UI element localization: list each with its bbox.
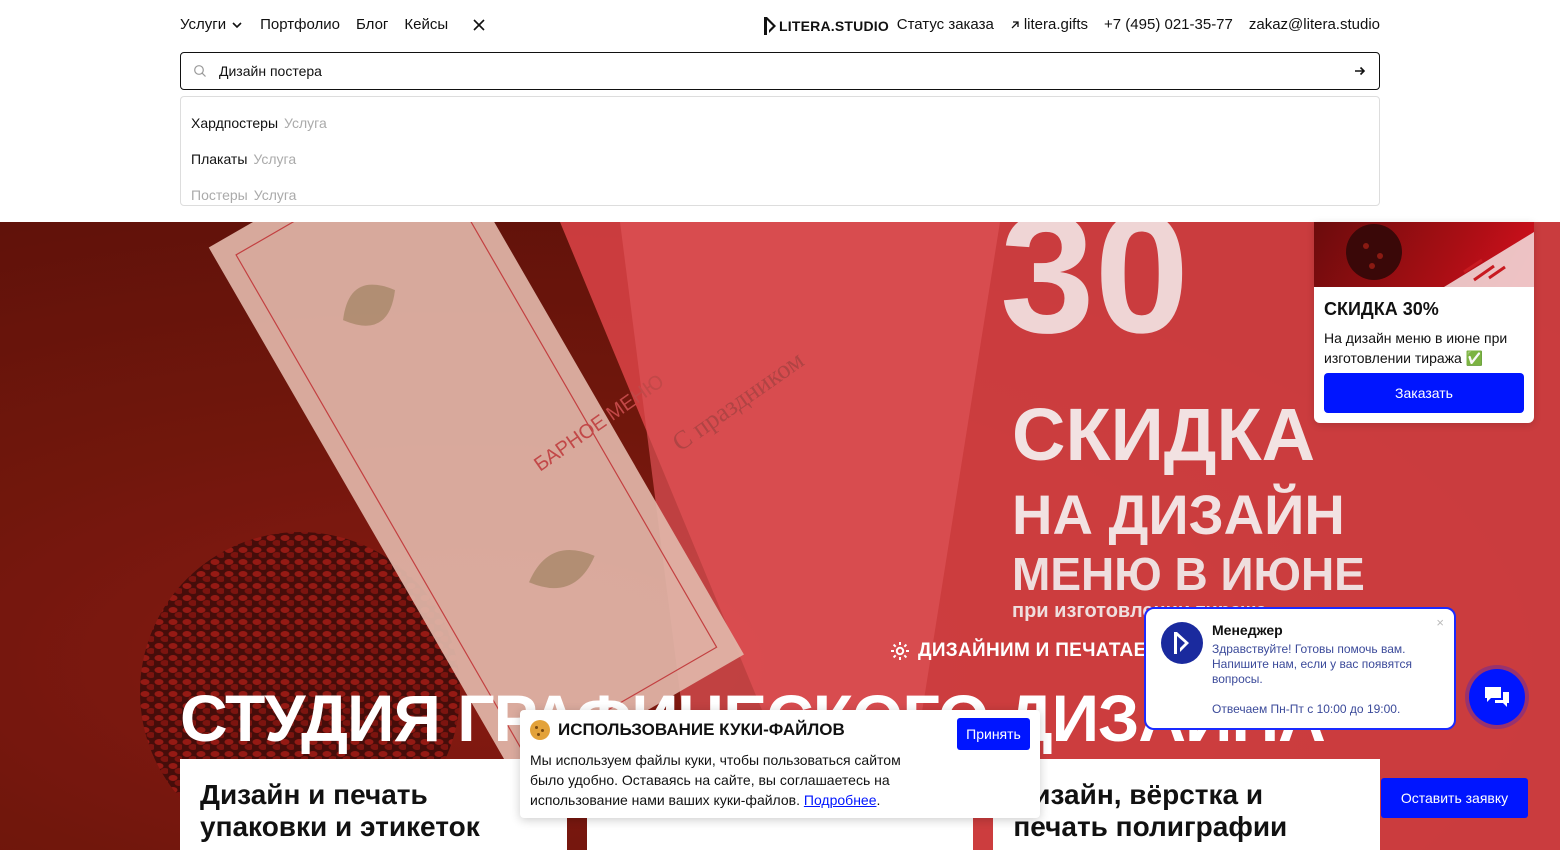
chat-message: Здравствуйте! Готовы помочь вам. Напишит…	[1212, 642, 1413, 686]
email-link[interactable]: zakaz@litera.studio	[1249, 16, 1380, 33]
service-card-packaging[interactable]: Дизайн и печать упаковки и этикеток	[180, 759, 567, 850]
hero-tagline: ДИЗАЙНИМ И ПЕЧАТАЕМ Н	[890, 640, 1182, 662]
order-status-link[interactable]: Статус заказа	[897, 16, 994, 33]
chat-open-button[interactable]	[1469, 669, 1525, 725]
contact-nav: Статус заказа litera.gifts +7 (495) 021-…	[897, 16, 1380, 33]
cookie-banner: ИСПОЛЬЗОВАНИЕ КУКИ-ФАЙЛОВ Мы используем …	[520, 710, 1040, 818]
logo-text: LITERA.STUDIO	[779, 18, 889, 34]
cookie-title-text: ИСПОЛЬЗОВАНИЕ КУКИ-ФАЙЛОВ	[558, 720, 845, 739]
search-icon	[194, 65, 206, 77]
logo[interactable]: LITERA.STUDIO	[762, 16, 889, 36]
arrow-right-icon[interactable]	[1353, 64, 1367, 78]
cookie-icon	[530, 720, 550, 740]
service-card-print[interactable]: Дизайн, вёрстка и печать полиграфии	[993, 759, 1381, 850]
promo-order-button[interactable]: Заказать	[1324, 373, 1524, 413]
nav-services-label: Услуги	[180, 16, 227, 33]
suggestion-item[interactable]: Плакаты Услуга	[181, 141, 1379, 177]
request-button[interactable]: Оставить заявку	[1381, 778, 1528, 818]
nav-portfolio[interactable]: Портфолио	[260, 16, 340, 33]
cookie-text: Мы используем файлы куки, чтобы пользова…	[530, 752, 901, 808]
hero-photo-line2: НА ДИЗАЙН	[1012, 483, 1345, 546]
manager-avatar	[1161, 622, 1203, 664]
cookie-more-link[interactable]: Подробнее	[804, 792, 877, 808]
phone-link[interactable]: +7 (495) 021-35-77	[1104, 16, 1233, 33]
chat-close-button[interactable]: ×	[1436, 615, 1444, 630]
suggestion-item[interactable]: Постеры Услуга	[181, 177, 1379, 213]
search-suggestions: Хардпостеры Услуга Плакаты Услуга Постер…	[180, 96, 1380, 206]
nav-blog[interactable]: Блог	[356, 16, 388, 33]
search-input[interactable]: Дизайн постера	[180, 52, 1380, 90]
promo-image	[1314, 222, 1534, 287]
suggestion-item[interactable]: Хардпостеры Услуга	[181, 105, 1379, 141]
hero-photo-discount: СКИДКА	[1012, 393, 1315, 476]
gifts-link[interactable]: litera.gifts	[1010, 16, 1088, 33]
chat-hours: Отвечаем Пн-Пт с 10:00 до 19:00.	[1212, 702, 1401, 716]
gifts-link-label: litera.gifts	[1023, 16, 1089, 33]
logo-mark-icon	[764, 17, 776, 35]
main-nav: Услуги Портфолио Блог Кейсы	[180, 16, 486, 33]
promo-popup: СКИДКА 30% На дизайн меню в июне при изг…	[1314, 222, 1534, 423]
hero-photo-line3: МЕНЮ В ИЮНЕ	[1012, 548, 1365, 600]
nav-cases[interactable]: Кейсы	[404, 16, 448, 33]
hero-photo-number: 30	[1000, 222, 1189, 369]
promo-image-art	[1346, 224, 1534, 287]
nav-services[interactable]: Услуги	[180, 16, 244, 33]
chevron-down-icon	[232, 21, 242, 28]
promo-title: СКИДКА 30%	[1324, 299, 1439, 319]
hero-tagline-text: ДИЗАЙНИМ И ПЕЧАТАЕМ Н	[918, 640, 1183, 661]
close-search-icon[interactable]	[472, 18, 486, 32]
logo-mark-icon	[1174, 632, 1189, 654]
chat-manager-name: Менеджер	[1212, 622, 1283, 638]
cookie-accept-button[interactable]: Принять	[957, 718, 1030, 750]
chat-bubble-icon	[1485, 687, 1509, 707]
site-header: Услуги Портфолио Блог Кейсы LITERA.STUDI…	[0, 0, 1560, 222]
external-arrow-icon	[1011, 20, 1019, 28]
gear-icon	[891, 642, 909, 660]
chat-popup: Менеджер Здравствуйте! Готовы помочь вам…	[1144, 607, 1456, 730]
promo-text: На дизайн меню в июне при изготовлении т…	[1324, 330, 1508, 366]
search-value: Дизайн постера	[219, 63, 322, 79]
cookie-title: ИСПОЛЬЗОВАНИЕ КУКИ-ФАЙЛОВ	[530, 720, 845, 740]
